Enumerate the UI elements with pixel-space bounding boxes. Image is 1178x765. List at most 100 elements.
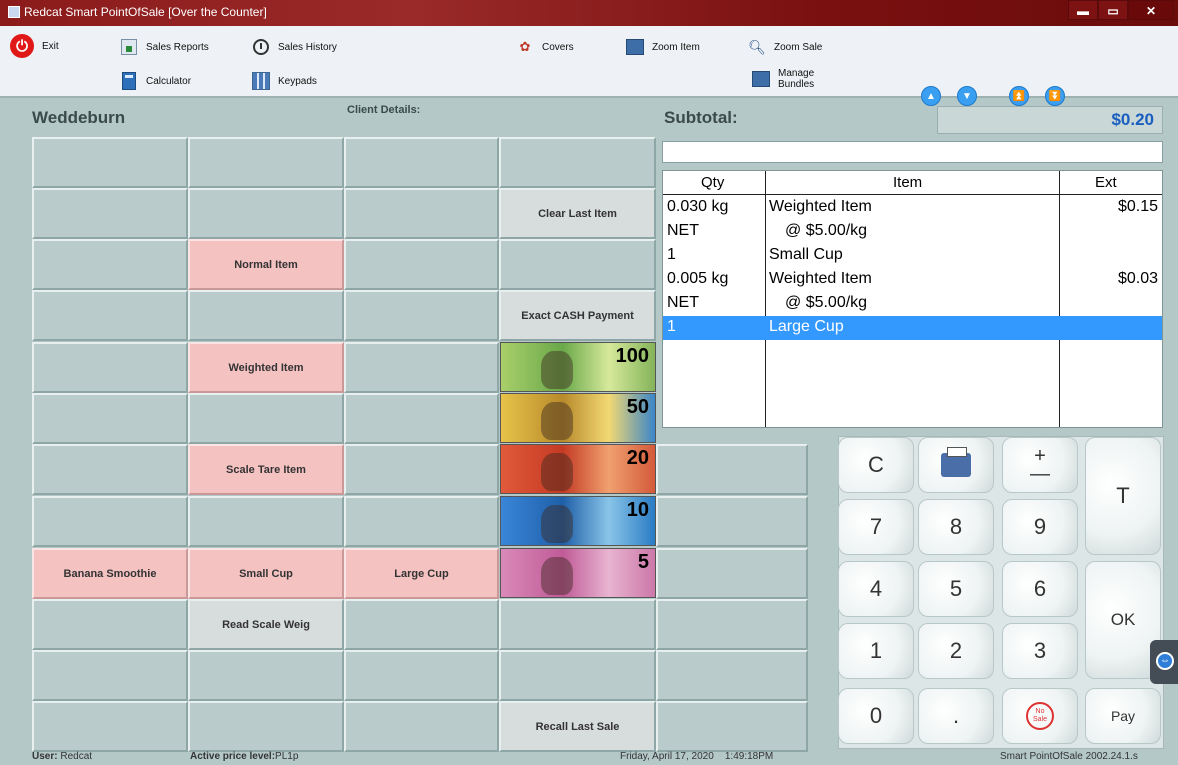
t-key[interactable]: T [1085, 437, 1161, 555]
empty-grid-button[interactable] [344, 650, 499, 701]
clear-last-item-button[interactable]: Clear Last Item [499, 188, 656, 239]
key-5[interactable]: 5 [918, 561, 994, 617]
empty-grid-button[interactable] [32, 239, 188, 290]
empty-grid-button[interactable] [499, 239, 656, 290]
empty-grid-button[interactable] [32, 290, 188, 341]
no-sale-key[interactable]: No Sale [1002, 688, 1078, 744]
receipt-row[interactable]: NET @ $5.00/kg [663, 292, 1162, 316]
cash-50-button[interactable]: 50 [500, 393, 656, 443]
empty-grid-button[interactable] [32, 650, 188, 701]
clear-key[interactable]: C [838, 437, 914, 493]
empty-grid-button[interactable] [32, 701, 188, 752]
key-6[interactable]: 6 [1002, 561, 1078, 617]
empty-grid-button[interactable] [344, 239, 499, 290]
recall-last-sale-button[interactable]: Recall Last Sale [499, 701, 656, 752]
key-9[interactable]: 9 [1002, 499, 1078, 555]
key-0[interactable]: 0 [838, 688, 914, 744]
zoom-sale-button[interactable]: 🔍︎ Zoom Sale [748, 38, 822, 56]
empty-grid-button[interactable] [344, 496, 499, 547]
key-7[interactable]: 7 [838, 499, 914, 555]
plus-minus-key[interactable]: + — [1002, 437, 1078, 493]
page-down-icon[interactable]: ⏬ [1045, 86, 1065, 106]
pay-key[interactable]: Pay [1085, 688, 1161, 744]
empty-grid-button[interactable] [188, 137, 344, 188]
page-up-icon[interactable]: ⏫ [1009, 86, 1029, 106]
scale-tare-item-button[interactable]: Scale Tare Item [188, 444, 344, 495]
empty-grid-button[interactable] [32, 342, 188, 393]
empty-grid-button[interactable] [344, 342, 499, 393]
normal-item-button[interactable]: Normal Item [188, 239, 344, 290]
empty-grid-button[interactable] [344, 290, 499, 341]
sales-reports-button[interactable]: Sales Reports [120, 38, 209, 56]
empty-grid-button[interactable] [188, 188, 344, 239]
empty-grid-button[interactable] [344, 444, 499, 495]
scroll-up-icon[interactable]: ▲ [921, 86, 941, 106]
exact-cash-payment-button[interactable]: Exact CASH Payment [499, 290, 656, 341]
empty-grid-button[interactable] [656, 548, 808, 599]
empty-grid-button[interactable] [344, 701, 499, 752]
empty-grid-button[interactable] [32, 444, 188, 495]
key-1[interactable]: 1 [838, 623, 914, 679]
side-panel-toggle[interactable]: ⇔ [1150, 640, 1178, 684]
maximize-button[interactable]: ▭ [1098, 0, 1128, 20]
entry-input[interactable] [662, 141, 1163, 163]
cash-5-button[interactable]: 5 [500, 548, 656, 598]
keypads-button[interactable]: Keypads [252, 72, 317, 90]
receipt-row[interactable]: 1 Small Cup [663, 244, 1162, 268]
empty-grid-button[interactable] [32, 188, 188, 239]
large-cup-button[interactable]: Large Cup [344, 548, 499, 599]
receipt-item: Large Cup [769, 318, 844, 335]
scroll-down-icon[interactable]: ▼ [957, 86, 977, 106]
cash-10-button[interactable]: 10 [500, 496, 656, 546]
empty-grid-button[interactable] [344, 393, 499, 444]
print-key[interactable] [918, 437, 994, 493]
receipt-row[interactable]: 0.030 kg Weighted Item $0.15 [663, 196, 1162, 220]
empty-grid-button[interactable] [32, 137, 188, 188]
empty-grid-button[interactable] [32, 393, 188, 444]
printer-icon [941, 447, 971, 477]
empty-grid-button[interactable] [344, 188, 499, 239]
cash-20-button[interactable]: 20 [500, 444, 656, 494]
zoom-item-button[interactable]: Zoom Item [626, 38, 700, 56]
empty-grid-button[interactable] [656, 701, 808, 752]
empty-grid-button[interactable] [499, 137, 656, 188]
cash-100-button[interactable]: 100 [500, 342, 656, 392]
banana-smoothie-button[interactable]: Banana Smoothie [32, 548, 188, 599]
key-4[interactable]: 4 [838, 561, 914, 617]
receipt-qty: 1 [667, 318, 676, 335]
read-scale-weight-button[interactable]: Read Scale Weig [188, 599, 344, 650]
receipt-row[interactable]: 1 Large Cup [663, 316, 1162, 340]
empty-grid-button[interactable] [188, 290, 344, 341]
empty-grid-button[interactable] [656, 496, 808, 547]
empty-grid-button[interactable] [32, 496, 188, 547]
empty-grid-button[interactable] [188, 496, 344, 547]
covers-button[interactable]: ✿ Covers [516, 38, 574, 56]
empty-grid-button[interactable] [188, 701, 344, 752]
empty-grid-button[interactable] [499, 599, 656, 650]
empty-grid-button[interactable] [499, 650, 656, 701]
keypads-icon [252, 72, 270, 90]
sales-history-button[interactable]: Sales History [252, 38, 337, 56]
empty-grid-button[interactable] [656, 650, 808, 701]
close-button[interactable]: ✕ [1128, 0, 1174, 20]
exit-button[interactable]: ⏻ Exit [10, 34, 59, 58]
small-cup-button[interactable]: Small Cup [188, 548, 344, 599]
key-2[interactable]: 2 [918, 623, 994, 679]
decimal-key[interactable]: . [918, 688, 994, 744]
manage-bundles-button[interactable]: Manage Bundles [752, 68, 818, 90]
weighted-item-button[interactable]: Weighted Item [188, 342, 344, 393]
receipt-list[interactable]: Qty Item Ext 0.030 kg Weighted Item $0.15 N… [662, 170, 1163, 428]
key-3[interactable]: 3 [1002, 623, 1078, 679]
empty-grid-button[interactable] [656, 444, 808, 495]
empty-grid-button[interactable] [32, 599, 188, 650]
empty-grid-button[interactable] [188, 650, 344, 701]
empty-grid-button[interactable] [344, 137, 499, 188]
key-8[interactable]: 8 [918, 499, 994, 555]
empty-grid-button[interactable] [656, 599, 808, 650]
empty-grid-button[interactable] [188, 393, 344, 444]
receipt-row[interactable]: 0.005 kg Weighted Item $0.03 [663, 268, 1162, 292]
minimize-button[interactable]: ▬ [1068, 0, 1098, 20]
calculator-button[interactable]: Calculator [120, 72, 191, 90]
receipt-row[interactable]: NET @ $5.00/kg [663, 220, 1162, 244]
empty-grid-button[interactable] [344, 599, 499, 650]
